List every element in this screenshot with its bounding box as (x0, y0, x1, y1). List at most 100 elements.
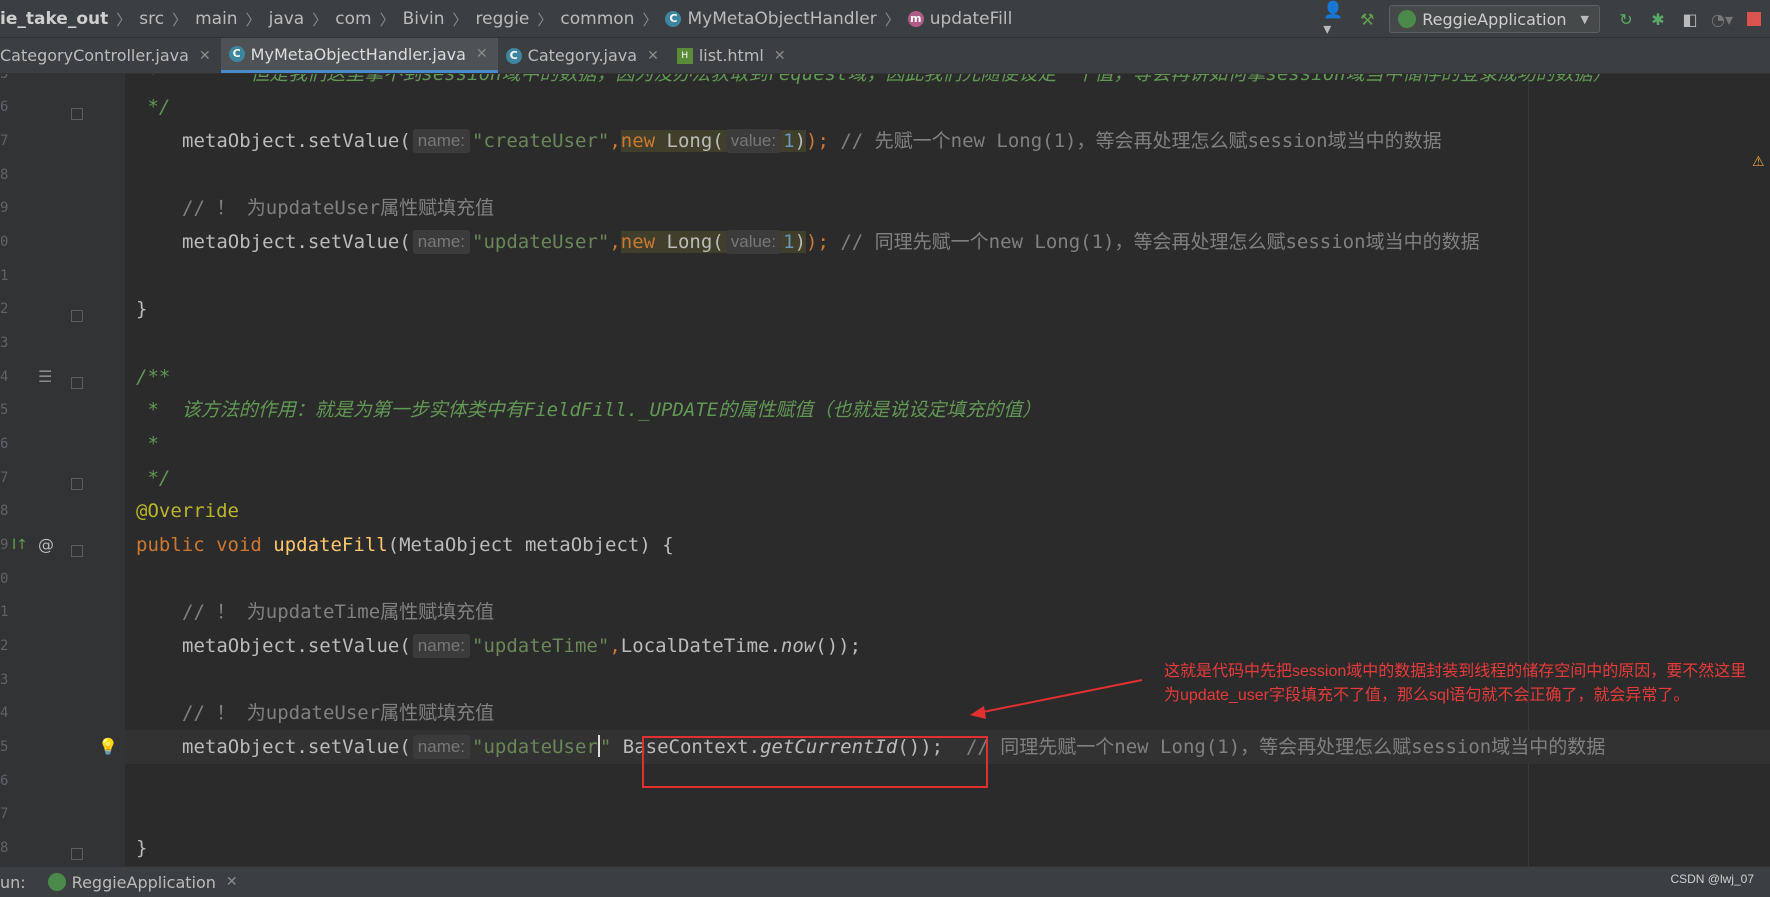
line-number: 6 (0, 436, 8, 452)
line-number: 2 (0, 301, 8, 317)
fold-marker-icon[interactable] (71, 310, 83, 322)
code-line: // ！ 为updateUser属性赋填充值 (182, 197, 495, 219)
code-line: // ！ 为updateUser属性赋填充值 (182, 702, 495, 724)
tab-label: list.html (698, 46, 764, 65)
line-number: 0 (0, 234, 8, 250)
stop-icon[interactable] (1742, 7, 1766, 31)
run-configuration-label: ReggieApplication (1422, 9, 1567, 29)
class-icon: C (228, 46, 245, 62)
breadcrumb-separator-icon: 〉 (379, 10, 395, 29)
tab-category[interactable]: C Category.java ✕ (498, 38, 669, 73)
close-icon[interactable]: ✕ (226, 874, 238, 890)
close-icon[interactable]: ✕ (647, 48, 659, 64)
profiler-icon[interactable]: ◔▾ (1710, 7, 1734, 31)
debug-icon[interactable]: ✱ (1646, 7, 1670, 31)
class-icon: C (665, 11, 682, 27)
annotation-text: 这就是代码中先把session域中的数据封装到线程的储存空间中的原因，要不然这里… (1164, 663, 1747, 704)
tab-label: MyMetaObjectHandler.java (250, 44, 466, 64)
warning-icon[interactable]: ⚠ (1752, 154, 1765, 170)
line-number: 6 (0, 99, 8, 115)
code-line: metaObject.setValue(name: "createUser",ne… (182, 129, 1442, 153)
line-number: 8 (0, 167, 8, 183)
line-number: 5 (0, 739, 8, 755)
parameter-hint: value: (725, 230, 782, 254)
lightbulb-icon[interactable]: 💡 (98, 730, 118, 764)
user-account-icon[interactable]: 👤▾ (1323, 0, 1347, 38)
code-line: /** (136, 366, 171, 388)
code-line: @Override (136, 500, 239, 522)
fold-marker-icon[interactable] (71, 848, 83, 860)
breadcrumb-reggie[interactable]: reggie (476, 9, 530, 29)
code-line: metaObject.setValue(name: "updateTime",Lo… (182, 634, 862, 658)
override-annotation-icon[interactable]: @ (38, 528, 54, 562)
close-icon[interactable]: ✕ (774, 48, 786, 64)
breadcrumb-src[interactable]: src (139, 9, 164, 29)
tab-category-controller[interactable]: CategoryController.java ✕ (0, 38, 221, 73)
rerun-icon[interactable]: ↻ (1614, 7, 1638, 31)
navigation-bar: ie_take_out 〉 src 〉 main 〉 java 〉 com 〉 … (0, 0, 1770, 38)
breadcrumb-method-label: updateFill (929, 9, 1013, 29)
line-number: 9 (0, 537, 8, 553)
breadcrumb-java[interactable]: java (269, 9, 305, 29)
breadcrumb-separator-icon: 〉 (452, 10, 468, 29)
tab-label: Category.java (527, 46, 638, 65)
line-number: 4 (0, 369, 8, 385)
chevron-down-icon: ▼ (1580, 12, 1589, 26)
parameter-hint: value: (725, 129, 782, 153)
breadcrumb-separator-icon: 〉 (245, 10, 261, 29)
breadcrumb-separator-icon: 〉 (642, 10, 658, 29)
line-number: 3 (0, 672, 8, 688)
code-line: // ！ 为updateTime属性赋填充值 (182, 601, 495, 623)
line-number: 8 (0, 503, 8, 519)
code-line: } (136, 298, 148, 320)
render-doc-icon[interactable]: ☰ (38, 360, 52, 394)
breadcrumb-separator-icon: 〉 (537, 10, 553, 29)
breadcrumb-method[interactable]: m updateFill (907, 9, 1013, 29)
parameter-hint: name: (412, 230, 471, 254)
code-line: */ (136, 96, 171, 118)
line-number: 2 (0, 638, 8, 654)
editor-tab-bar: CategoryController.java ✕ C MyMetaObject… (0, 38, 1770, 74)
breadcrumb-com[interactable]: com (335, 9, 371, 29)
line-number: 6 (0, 773, 8, 789)
line-number: 0 (0, 571, 8, 587)
close-icon[interactable]: ✕ (199, 48, 211, 64)
run-with-coverage-icon[interactable]: ◧ (1678, 7, 1702, 31)
parameter-hint: name: (412, 735, 471, 759)
breadcrumb-class[interactable]: C MyMetaObjectHandler (665, 9, 877, 29)
toolbar: 👤▾ ⚒ ReggieApplication ▼ ↻ ✱ ◧ ◔▾ (1319, 0, 1770, 38)
code-line: * (136, 433, 159, 455)
breadcrumb-separator-icon: 〉 (312, 10, 328, 29)
code-line: * 但是我们这里拿不到session域中的数据，因为没办法获取到request域… (136, 74, 1612, 85)
breadcrumb-project[interactable]: ie_take_out (0, 9, 108, 29)
class-icon: C (505, 47, 522, 64)
parameter-hint: name: (412, 634, 471, 658)
build-hammer-icon[interactable]: ⚒ (1355, 7, 1379, 31)
breadcrumb-class-label: MyMetaObjectHandler (687, 9, 877, 29)
spring-boot-icon (1398, 10, 1417, 28)
highlight-box (642, 736, 988, 788)
tab-my-meta-object-handler[interactable]: C MyMetaObjectHandler.java ✕ (220, 38, 498, 73)
line-number: 5 (0, 402, 8, 418)
code-line: */ (136, 467, 171, 489)
breadcrumb-bivin[interactable]: Bivin (403, 9, 445, 29)
fold-marker-icon[interactable] (71, 545, 83, 557)
breadcrumb-separator-icon: 〉 (172, 10, 188, 29)
fold-marker-icon[interactable] (71, 377, 83, 389)
close-icon[interactable]: ✕ (476, 46, 488, 62)
line-number: 5 (0, 74, 8, 82)
run-configuration-selector[interactable]: ReggieApplication ▼ (1389, 5, 1600, 33)
tab-list-html[interactable]: H list.html ✕ (669, 38, 796, 73)
breadcrumb-main[interactable]: main (195, 9, 237, 29)
parameter-hint: name: (412, 129, 471, 153)
fold-marker-icon[interactable] (71, 108, 83, 120)
line-number: 7 (0, 806, 8, 822)
implements-method-icon[interactable]: I↑ (12, 528, 28, 562)
breadcrumb-separator-icon: 〉 (116, 10, 132, 29)
run-tab-reggie-application[interactable]: ReggieApplication ✕ (47, 873, 238, 892)
line-number: 3 (0, 335, 8, 351)
code-line: * 该方法的作用：就是为第一步实体类中有FieldFill._UPDATE的属性… (136, 399, 1042, 421)
code-line: public void updateFill(MetaObject metaOb… (136, 534, 674, 556)
fold-marker-icon[interactable] (71, 478, 83, 490)
breadcrumb-common[interactable]: common (560, 9, 634, 29)
